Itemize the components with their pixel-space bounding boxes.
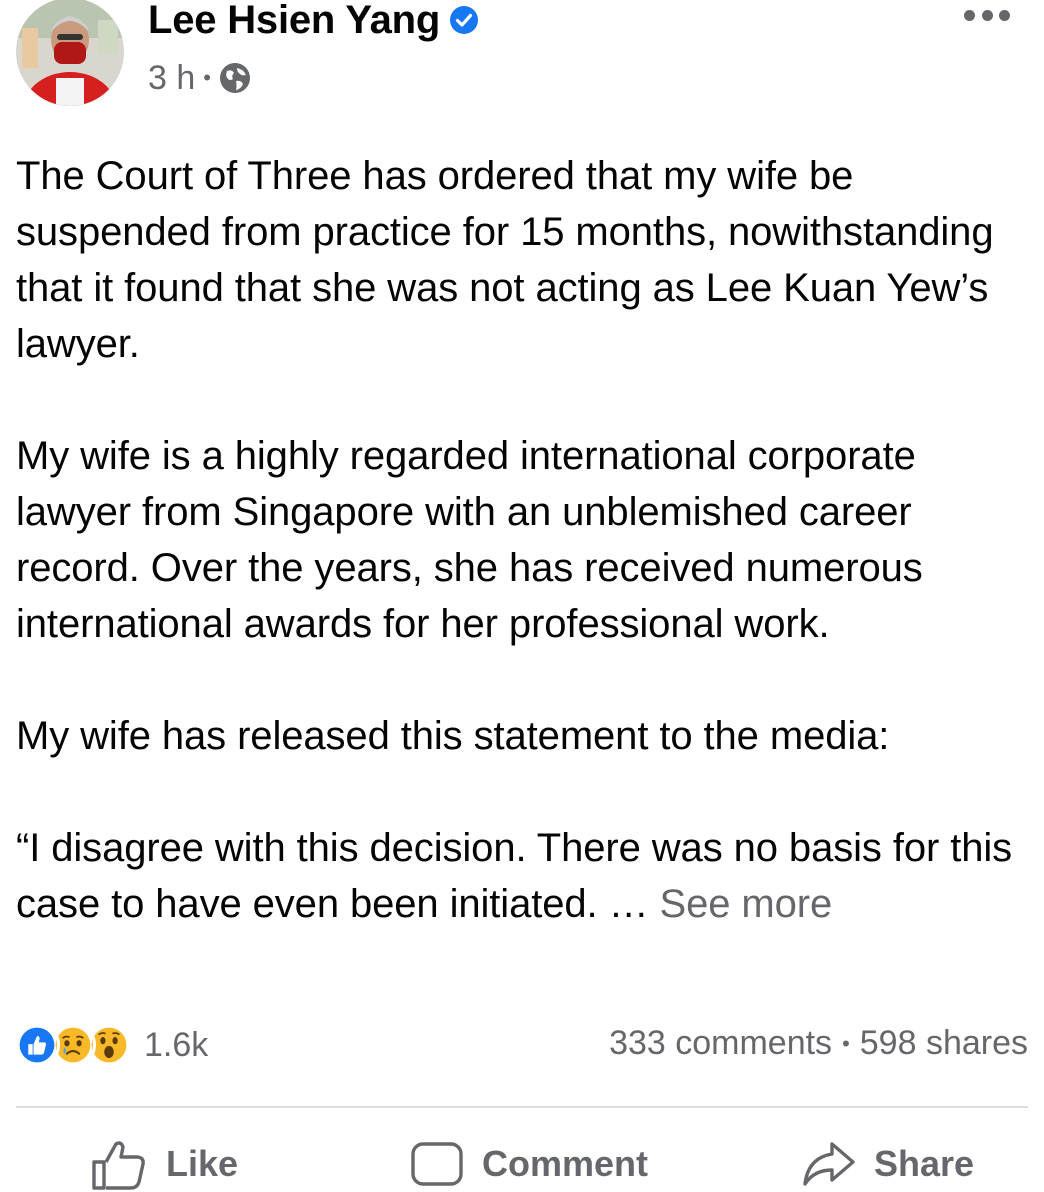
like-button[interactable]: Like [90, 1138, 238, 1190]
stats-separator: • [842, 1030, 850, 1056]
see-more-link[interactable]: See more [660, 882, 833, 926]
post-meta: 3 h • [148, 58, 251, 98]
verified-badge-icon [450, 6, 479, 34]
comments-count[interactable]: 333 comments [609, 1024, 832, 1063]
author-avatar[interactable] [16, 0, 124, 106]
more-dot [999, 9, 1010, 21]
meta-separator: • [203, 65, 211, 90]
post-header: Lee Hsien Yang 3 h • [0, 0, 1044, 120]
like-label: Like [166, 1143, 239, 1184]
shares-count[interactable]: 598 shares [860, 1024, 1028, 1063]
post-paragraph: My wife has released this statement to t… [16, 714, 890, 758]
comment-bubble-icon [411, 1142, 463, 1186]
action-divider [16, 1106, 1028, 1108]
more-dot [964, 9, 975, 21]
post-quote-text: “I disagree with this decision. There wa… [16, 826, 1013, 926]
share-button[interactable]: Share [802, 1138, 974, 1190]
thumbs-up-icon [92, 1141, 145, 1190]
post-body: The Court of Three has ordered that my w… [16, 148, 1036, 932]
more-dot [981, 9, 993, 21]
share-arrow-icon [803, 1142, 855, 1186]
engagement-stats: 333 comments • 598 shares [609, 1024, 1028, 1063]
like-icon [14, 1022, 60, 1068]
reactions-summary[interactable]: 1.6k [14, 1020, 208, 1070]
more-options-button[interactable] [964, 4, 1010, 26]
post-paragraph: My wife is a highly regarded internation… [16, 434, 923, 646]
avatar-photo-icon [16, 0, 124, 106]
post-paragraph: The Court of Three has ordered that my w… [16, 154, 994, 366]
author-line: Lee Hsien Yang [148, 0, 479, 42]
action-bar: Like Comment Share [0, 1132, 1044, 1192]
reaction-count: 1.6k [144, 1025, 209, 1064]
author-name[interactable]: Lee Hsien Yang [148, 0, 440, 43]
comment-button[interactable]: Comment [410, 1138, 648, 1190]
globe-icon [219, 63, 250, 93]
post-timestamp[interactable]: 3 h [148, 59, 195, 98]
post-quote: “I disagree with this decision. There wa… [16, 820, 1036, 932]
comment-label: Comment [482, 1143, 649, 1184]
share-label: Share [874, 1143, 975, 1184]
